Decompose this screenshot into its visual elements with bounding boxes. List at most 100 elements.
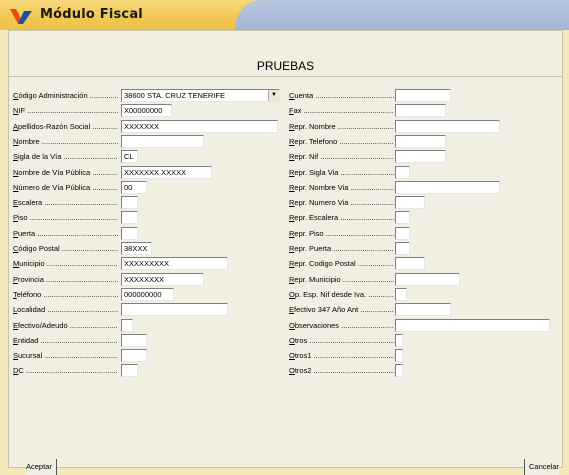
field-row-repr-escalera: Repr. Escalera .........................…: [289, 211, 426, 225]
app-logo-icon: [10, 9, 32, 24]
title-bar-tab: [235, 0, 569, 30]
field-row-observaciones: Observaciones ..........................…: [289, 318, 566, 332]
repr-nombre-input[interactable]: [395, 119, 500, 133]
accept-button[interactable]: Aceptar: [26, 459, 57, 475]
field-label: Código Administración ..................…: [13, 91, 118, 100]
repr-nif-input[interactable]: [395, 150, 446, 164]
field-row-repr-telefono: Repr. Telefono .........................…: [289, 134, 462, 148]
observaciones-input[interactable]: [395, 318, 550, 332]
field-label: Cuenta .................................…: [289, 91, 394, 100]
field-row-dc: DC .....................................…: [13, 364, 154, 378]
field-label: Repr. Sigla Via ........................…: [289, 167, 394, 177]
field-label: Provincia ..............................…: [13, 274, 118, 284]
field-row-numero-de-via-publica: Número de Vía Pública ..................…: [13, 180, 163, 194]
puerta-input[interactable]: [121, 226, 138, 240]
fax-input[interactable]: [395, 104, 446, 118]
field-row-nombre: Nombre .................................…: [13, 134, 220, 148]
field-row-cuenta: Cuenta .................................…: [289, 89, 467, 102]
cuenta-input[interactable]: [395, 89, 451, 102]
field-row-repr-nif: Repr. Nif ..............................…: [289, 150, 462, 164]
field-label: Otros ..................................…: [289, 335, 394, 345]
repr-numero-via-input[interactable]: [395, 196, 425, 210]
repr-escalera-input[interactable]: [395, 211, 410, 225]
field-label: Fax ....................................…: [289, 106, 394, 116]
field-label: Repr. Puerta ...........................…: [289, 244, 394, 253]
field-row-puerta: Puerta .................................…: [13, 226, 154, 240]
field-label: Nombre .................................…: [13, 136, 118, 146]
field-label: Entidad ................................…: [13, 335, 118, 345]
field-label: NIF ....................................…: [13, 106, 118, 116]
field-label: Repr. Telefono .........................…: [289, 136, 394, 146]
field-row-repr-numero-via: Repr. Numero Via .......................…: [289, 196, 441, 210]
otros1-input[interactable]: [395, 349, 403, 363]
repr-codigo-postal-input[interactable]: [395, 257, 425, 271]
field-label: Otros2 .................................…: [289, 366, 394, 376]
field-label: Número de Vía Pública ..................…: [13, 182, 118, 192]
dc-input[interactable]: [121, 364, 138, 378]
telefono-input[interactable]: 000000000: [121, 287, 174, 301]
repr-piso-input[interactable]: [395, 226, 410, 240]
field-row-codigo-administracion: Código Administración ..................…: [13, 89, 284, 102]
nombre-de-via-publica-input[interactable]: XXXXXXX XXXXX: [121, 165, 212, 179]
field-row-efectivo-347-ano-ant: Efectivo 347 Año Ant ...................…: [289, 303, 467, 317]
field-row-sigla-de-la-via: Sigla de la Vía ........................…: [13, 150, 154, 164]
efectivo-347-ano-ant-input[interactable]: [395, 303, 451, 317]
field-label: Código Postal ..........................…: [13, 244, 118, 253]
nombre-input[interactable]: [121, 134, 204, 148]
repr-municipio-input[interactable]: [395, 272, 460, 286]
field-label: Observaciones ..........................…: [289, 320, 394, 330]
codigo-postal-input[interactable]: 38XXX: [121, 242, 152, 255]
field-row-otros1: Otros1 .................................…: [289, 349, 419, 363]
piso-input[interactable]: [121, 211, 138, 225]
field-row-localidad: Localidad ..............................…: [13, 303, 244, 317]
field-row-nif: NIF ....................................…: [13, 104, 188, 118]
field-label: Teléfono ...............................…: [13, 289, 118, 299]
field-row-fax: Fax ....................................…: [289, 104, 462, 118]
op-esp-nif-desde-iva-input[interactable]: [395, 287, 407, 301]
repr-sigla-via-input[interactable]: [395, 165, 410, 179]
field-label: Apellidos-Razón Social .................…: [13, 121, 118, 131]
field-label: Sucursal ...............................…: [13, 351, 118, 361]
provincia-input[interactable]: XXXXXXXX: [121, 272, 204, 286]
otros-input[interactable]: [395, 333, 403, 347]
form-panel: PRUEBAS Código Administración ..........…: [8, 30, 563, 468]
escalera-input[interactable]: [121, 196, 138, 210]
field-label: Repr. Nombre Via .......................…: [289, 182, 394, 192]
field-label: Piso ...................................…: [13, 213, 118, 223]
repr-nombre-via-input[interactable]: [395, 180, 500, 194]
form-title: PRUEBAS: [256, 59, 315, 73]
chevron-down-icon[interactable]: ▼: [268, 90, 279, 101]
entidad-input[interactable]: [121, 333, 147, 347]
field-label: Repr. Escalera .........................…: [289, 213, 394, 223]
field-row-op-esp-nif-desde-iva: Op. Esp. Nif desde Iva. ................…: [289, 287, 423, 301]
field-row-codigo-postal: Código Postal ..........................…: [13, 242, 168, 255]
field-row-provincia: Provincia ..............................…: [13, 272, 220, 286]
field-row-municipio: Municipio ..............................…: [13, 257, 244, 271]
app-title: Módulo Fiscal: [40, 7, 143, 22]
efectivo-adeudo-input[interactable]: [121, 318, 133, 332]
field-label: DC .....................................…: [13, 366, 118, 376]
localidad-input[interactable]: [121, 303, 228, 317]
field-row-entidad: Entidad ................................…: [13, 333, 163, 347]
field-row-repr-nombre-via: Repr. Nombre Via .......................…: [289, 180, 516, 194]
municipio-input[interactable]: XXXXXXXXX: [121, 257, 228, 271]
field-label: Op. Esp. Nif desde Iva. ................…: [289, 289, 394, 299]
title-divider: [9, 76, 562, 77]
repr-puerta-input[interactable]: [395, 242, 410, 255]
cancel-button[interactable]: Cancelar: [524, 459, 560, 475]
repr-telefono-input[interactable]: [395, 134, 446, 148]
field-row-otros: Otros ..................................…: [289, 333, 419, 347]
field-row-nombre-de-via-publica: Nombre de Vía Pública ..................…: [13, 165, 228, 179]
sigla-de-la-via-input[interactable]: CL: [121, 150, 138, 164]
field-label: Nombre de Vía Pública ..................…: [13, 167, 118, 177]
field-label: Sigla de la Vía ........................…: [13, 152, 118, 162]
title-bar: Módulo Fiscal: [0, 0, 569, 30]
field-label: Repr. Numero Via .......................…: [289, 198, 394, 208]
field-label: Escalera ...............................…: [13, 198, 118, 208]
otros2-input[interactable]: [395, 364, 403, 378]
apellidos-razon-social-input[interactable]: XXXXXXX: [121, 119, 278, 133]
numero-de-via-publica-input[interactable]: 00: [121, 180, 147, 194]
codigo-administracion-select[interactable]: 38600 STA. CRUZ TENERIFE ▼: [121, 89, 280, 102]
sucursal-input[interactable]: [121, 349, 147, 363]
nif-input[interactable]: X00000000: [121, 104, 172, 118]
